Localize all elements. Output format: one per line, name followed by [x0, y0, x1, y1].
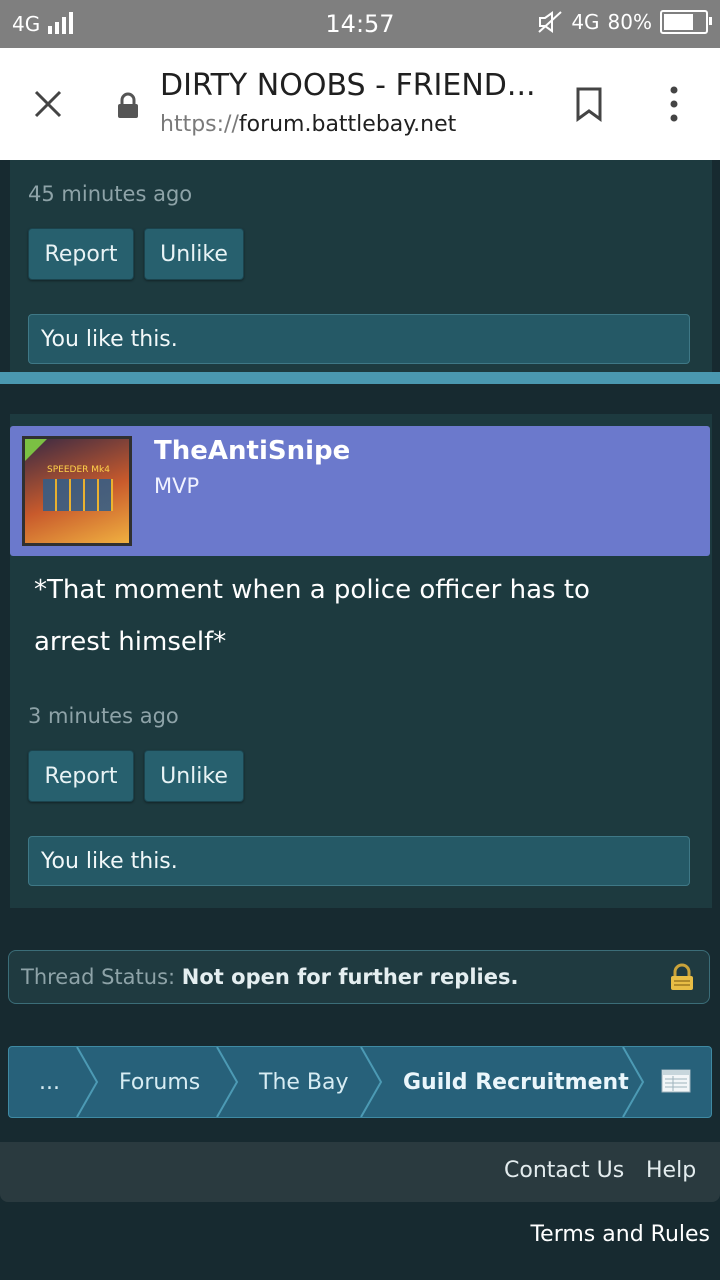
- more-options-icon[interactable]: [664, 84, 684, 124]
- battery-percent: 80%: [607, 10, 652, 34]
- thread-status-label-row: Thread Status: Not open for further repl…: [21, 965, 518, 989]
- bookmark-icon[interactable]: [574, 86, 604, 122]
- thread-status-value: Not open for further replies.: [181, 965, 519, 989]
- url-scheme: https://: [160, 112, 239, 137]
- breadcrumb-separator: [216, 1047, 239, 1117]
- post-divider: [0, 372, 720, 384]
- user-info-bar: SPEEDER Mk4 TheAntiSnipe MVP: [10, 426, 710, 556]
- report-button[interactable]: Report: [28, 750, 134, 802]
- browser-toolbar: DIRTY NOOBS - FRIEND... https://forum.ba…: [0, 48, 720, 160]
- breadcrumb-guild-recruitment[interactable]: Guild Recruitment: [403, 1047, 629, 1117]
- likes-summary[interactable]: You like this.: [28, 314, 690, 364]
- forum-content: 45 minutes ago Report Unlike You like th…: [0, 160, 720, 1280]
- url-host: forum.battlebay.net: [238, 112, 457, 137]
- close-icon[interactable]: [30, 86, 66, 122]
- breadcrumb: ... Forums The Bay Guild Recruitment: [8, 1046, 712, 1118]
- likes-summary[interactable]: You like this.: [28, 836, 690, 886]
- post-previous: 45 minutes ago Report Unlike You like th…: [10, 160, 712, 372]
- terms-and-rules-link[interactable]: Terms and Rules: [530, 1222, 710, 1247]
- unlike-button[interactable]: Unlike: [144, 750, 244, 802]
- mute-icon: [538, 11, 562, 33]
- page-title[interactable]: DIRTY NOOBS - FRIEND...: [160, 68, 540, 103]
- avatar[interactable]: SPEEDER Mk4: [22, 436, 132, 546]
- breadcrumb-forums[interactable]: Forums: [119, 1047, 200, 1117]
- breadcrumb-more[interactable]: ...: [39, 1047, 60, 1117]
- network-type-right: 4G: [571, 10, 600, 34]
- locked-padlock-icon: [671, 963, 693, 990]
- avatar-caption: SPEEDER Mk4: [47, 465, 110, 475]
- url-display[interactable]: https://forum.battlebay.net: [160, 112, 456, 137]
- post-time: 3 minutes ago: [28, 704, 179, 728]
- post-message: *That moment when a police officer has t…: [34, 575, 590, 657]
- jump-menu-icon[interactable]: [661, 1069, 691, 1093]
- post-time: 45 minutes ago: [28, 182, 193, 206]
- breadcrumb-separator: [360, 1047, 383, 1117]
- breadcrumb-the-bay[interactable]: The Bay: [259, 1047, 349, 1117]
- contact-us-link[interactable]: Contact Us: [504, 1158, 624, 1183]
- unlike-button[interactable]: Unlike: [144, 228, 244, 280]
- user-rank: MVP: [154, 474, 200, 498]
- username[interactable]: TheAntiSnipe: [154, 436, 350, 466]
- avatar-badge-corner: [25, 439, 47, 461]
- lock-icon[interactable]: [116, 92, 140, 120]
- report-button[interactable]: Report: [28, 228, 134, 280]
- battery-icon: [660, 10, 712, 34]
- status-bar: 4G 14:57 4G 80%: [0, 0, 720, 48]
- breadcrumb-separator: [76, 1047, 99, 1117]
- help-link[interactable]: Help: [646, 1158, 696, 1183]
- thread-status-label: Thread Status:: [21, 965, 176, 989]
- avatar-item-icons: [43, 479, 113, 511]
- footer-bar: Contact Us Help: [0, 1142, 720, 1202]
- thread-status-bar: Thread Status: Not open for further repl…: [8, 950, 710, 1004]
- breadcrumb-separator: [622, 1047, 645, 1117]
